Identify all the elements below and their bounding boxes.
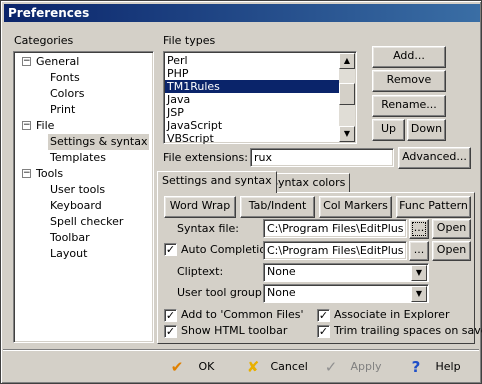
- rename-button[interactable]: Rename...: [372, 95, 446, 117]
- cancel-button[interactable]: ✘ Cancel: [243, 357, 308, 377]
- tree-item-spell-checker[interactable]: Spell checker: [50, 214, 123, 230]
- add-common-files-label: Add to 'Common Files': [181, 308, 304, 321]
- tree-item-colors[interactable]: Colors: [50, 86, 84, 102]
- auto-completion-browse-button[interactable]: ...: [409, 241, 429, 261]
- tree-item-label: General: [36, 55, 80, 68]
- ok-button[interactable]: ✔ OK: [167, 357, 215, 377]
- file-types-label: File types: [163, 34, 216, 47]
- title-bar: Preferences: [4, 4, 480, 22]
- syntax-file-browse-button[interactable]: ...: [409, 219, 429, 239]
- preferences-window: Preferences Categories − General Fonts C…: [0, 0, 482, 384]
- word-wrap-button[interactable]: Word Wrap: [164, 196, 236, 218]
- cliptext-value: None: [267, 265, 296, 278]
- apply-button[interactable]: ✓ Apply: [321, 357, 382, 377]
- tree-item-user-tools[interactable]: User tools: [50, 182, 105, 198]
- chevron-down-icon[interactable]: ▼: [411, 265, 427, 281]
- collapse-icon[interactable]: −: [22, 57, 31, 66]
- list-item[interactable]: JavaScript: [165, 119, 339, 132]
- file-extensions-input[interactable]: rux: [250, 148, 394, 167]
- file-types-list[interactable]: Perl PHP TM1Rules Java JSP JavaScript VB…: [163, 51, 357, 145]
- remove-button[interactable]: Remove: [372, 70, 446, 92]
- tree-item-toolbar[interactable]: Toolbar: [50, 230, 90, 246]
- chevron-down-icon[interactable]: ▼: [411, 286, 427, 302]
- window-title: Preferences: [8, 6, 90, 20]
- tree-item-templates[interactable]: Templates: [50, 150, 106, 166]
- collapse-icon[interactable]: −: [22, 121, 31, 130]
- func-pattern-button[interactable]: Func Pattern: [396, 196, 471, 218]
- show-html-toolbar-label: Show HTML toolbar: [181, 324, 288, 337]
- syntax-file-open-button[interactable]: Open: [432, 219, 471, 239]
- apply-icon: ✓: [324, 358, 338, 376]
- tree-item-layout[interactable]: Layout: [50, 246, 87, 262]
- associate-explorer-label: Associate in Explorer: [334, 308, 450, 321]
- user-tool-group-select[interactable]: None ▼: [263, 284, 429, 303]
- list-item[interactable]: Java: [165, 93, 339, 106]
- tab-settings-and-syntax[interactable]: Settings and syntax: [157, 171, 277, 193]
- auto-completion-open-button[interactable]: Open: [432, 241, 471, 261]
- auto-completion-checkbox[interactable]: ✓: [164, 243, 177, 256]
- question-icon: ?: [411, 358, 421, 376]
- scroll-thumb[interactable]: [339, 83, 355, 105]
- apply-label: Apply: [350, 360, 382, 373]
- associate-explorer-checkbox[interactable]: ✓: [317, 309, 330, 322]
- auto-completion-label: Auto Completion: [181, 243, 274, 256]
- cliptext-select[interactable]: None ▼: [263, 263, 429, 282]
- tree-item-label: Tools: [36, 167, 64, 180]
- add-button[interactable]: Add...: [372, 46, 446, 68]
- list-item[interactable]: Perl: [165, 54, 339, 67]
- syntax-file-input[interactable]: C:\Program Files\EditPlus 3\I: [263, 219, 407, 238]
- user-tool-group-value: None: [267, 286, 296, 299]
- tree-item-settings-syntax[interactable]: Settings & syntax: [48, 134, 150, 150]
- list-item-selected[interactable]: TM1Rules: [165, 80, 339, 93]
- down-button[interactable]: Down: [407, 119, 446, 141]
- advanced-button[interactable]: Advanced...: [398, 147, 471, 169]
- cancel-label: Cancel: [270, 360, 308, 373]
- ok-label: OK: [198, 360, 215, 373]
- help-label: Help: [435, 360, 461, 373]
- tree-item-print[interactable]: Print: [50, 102, 75, 118]
- show-html-toolbar-checkbox[interactable]: ✓: [164, 325, 177, 338]
- list-item[interactable]: PHP: [165, 67, 339, 80]
- cross-icon: ✘: [246, 358, 260, 376]
- file-types-scrollbar[interactable]: ▲ ▼: [339, 53, 355, 142]
- user-tool-group-label: User tool group:: [177, 286, 266, 299]
- scroll-up-icon[interactable]: ▲: [339, 53, 355, 69]
- tree-item-label: File: [36, 119, 55, 132]
- up-button[interactable]: Up: [372, 119, 405, 141]
- scroll-down-icon[interactable]: ▼: [339, 126, 355, 142]
- categories-label: Categories: [14, 34, 74, 47]
- list-item[interactable]: JSP: [165, 106, 339, 119]
- help-button[interactable]: ? Help: [406, 357, 461, 377]
- trim-trailing-label: Trim trailing spaces on save: [334, 324, 482, 337]
- tree-item-keyboard[interactable]: Keyboard: [50, 198, 102, 214]
- list-item[interactable]: VBScript: [165, 132, 339, 145]
- tab-indent-button[interactable]: Tab/Indent: [240, 196, 315, 218]
- syntax-file-label: Syntax file:: [177, 222, 239, 235]
- col-markers-button[interactable]: Col Markers: [319, 196, 392, 218]
- footer-divider: [3, 349, 479, 351]
- cliptext-label: Cliptext:: [177, 265, 224, 278]
- collapse-icon[interactable]: −: [22, 169, 31, 178]
- trim-trailing-checkbox[interactable]: ✓: [317, 325, 330, 338]
- tab-syntax-colors[interactable]: Syntax colors: [266, 173, 351, 193]
- auto-completion-input[interactable]: C:\Program Files\EditPlus 3\I: [263, 241, 407, 260]
- add-common-files-checkbox[interactable]: ✓: [164, 309, 177, 322]
- file-extensions-label: File extensions:: [163, 151, 248, 164]
- checkmark-icon: ✔: [170, 358, 184, 376]
- tree-item-fonts[interactable]: Fonts: [50, 70, 80, 86]
- categories-tree[interactable]: − General Fonts Colors Print − File Sett…: [13, 51, 154, 343]
